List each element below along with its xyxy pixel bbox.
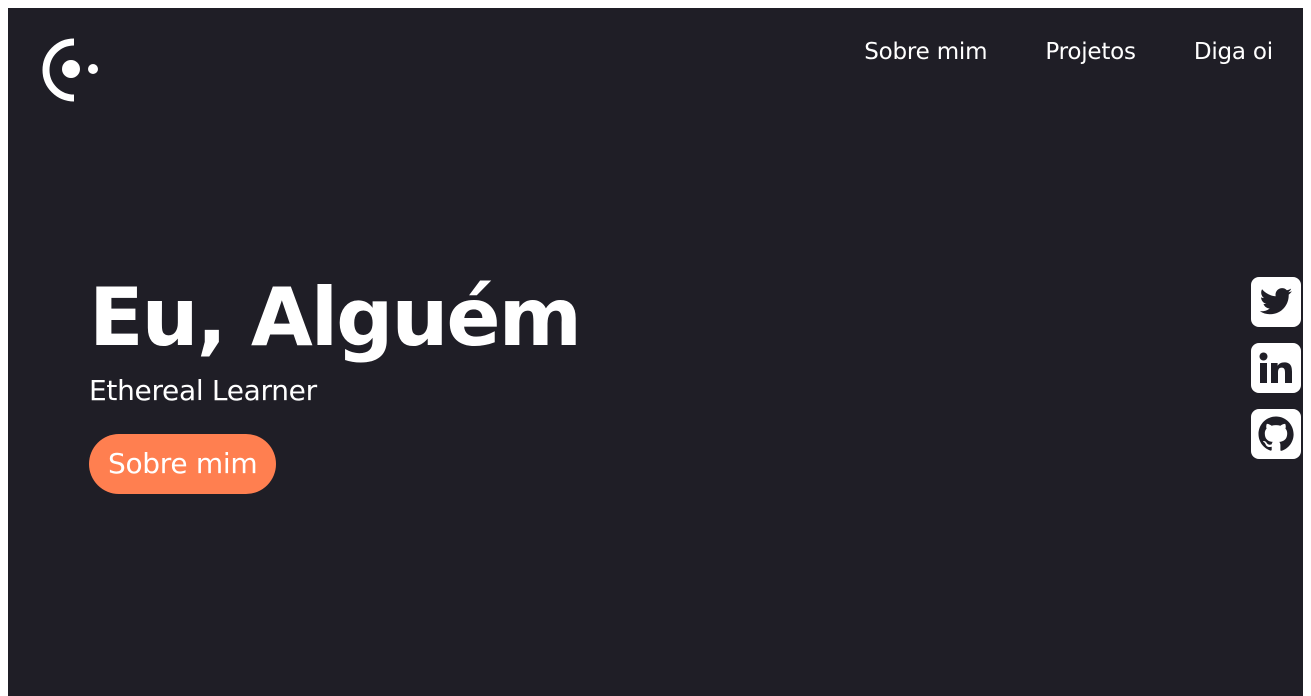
github-icon[interactable] xyxy=(1251,409,1301,459)
twitter-svg xyxy=(1259,288,1292,315)
hero-subtitle: Ethereal Learner xyxy=(89,374,317,407)
github-svg xyxy=(1258,416,1294,451)
twitter-icon[interactable] xyxy=(1251,277,1301,327)
hero-title: Eu, Alguém xyxy=(89,271,582,364)
logo-svg xyxy=(42,38,98,102)
nav-item-sobre-mim[interactable]: Sobre mim xyxy=(864,38,987,66)
sobre-mim-button[interactable]: Sobre mim xyxy=(89,434,277,494)
social-links xyxy=(1251,277,1301,459)
nav-item-projetos[interactable]: Projetos xyxy=(1045,38,1136,66)
hero-section: Eu, Alguém Ethereal Learner Sobre mim xyxy=(89,270,582,494)
page: Sobre mim Projetos Diga oi Eu, Alguém Et… xyxy=(8,8,1303,696)
logo-icon[interactable] xyxy=(38,38,102,102)
linkedin-icon[interactable] xyxy=(1251,343,1301,393)
nav-item-diga-oi[interactable]: Diga oi xyxy=(1194,38,1273,66)
main-nav: Sobre mim Projetos Diga oi xyxy=(864,38,1273,66)
linkedin-svg xyxy=(1259,352,1292,383)
